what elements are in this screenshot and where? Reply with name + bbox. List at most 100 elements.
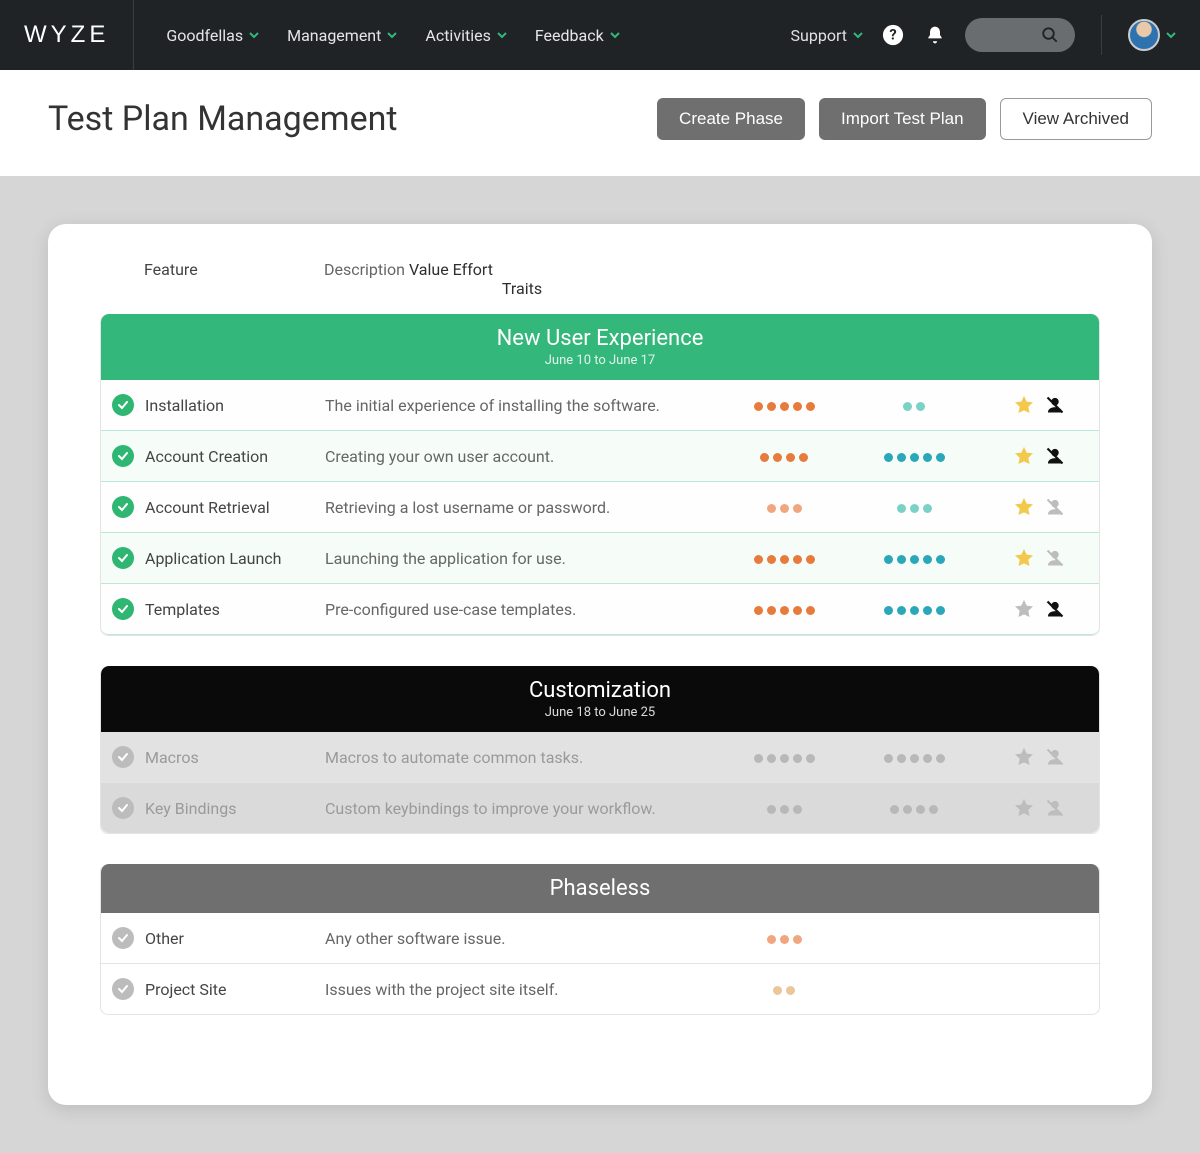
col-value: Value xyxy=(409,260,449,279)
status-check-icon xyxy=(112,547,134,569)
feature-description: Pre-configured use-case templates. xyxy=(325,600,719,619)
phase-title: Customization xyxy=(101,678,1099,703)
nav-link-feedback[interactable]: Feedback xyxy=(535,26,620,45)
person-off-icon xyxy=(1045,446,1065,466)
feature-description: Issues with the project site itself. xyxy=(325,980,719,999)
effort-dots xyxy=(849,447,979,466)
table-row[interactable]: TemplatesPre-configured use-case templat… xyxy=(101,584,1099,635)
user-menu[interactable] xyxy=(1128,19,1176,51)
search-button[interactable] xyxy=(965,18,1075,52)
view-archived-button[interactable]: View Archived xyxy=(1000,98,1152,140)
table-row[interactable]: Application LaunchLaunching the applicat… xyxy=(101,533,1099,584)
status-check-icon xyxy=(112,496,134,518)
table-row[interactable]: Project SiteIssues with the project site… xyxy=(101,964,1099,1014)
dots-indicator xyxy=(754,402,815,411)
phase-title: New User Experience xyxy=(101,326,1099,351)
nav-link-activities[interactable]: Activities xyxy=(425,26,506,45)
phase-title: Phaseless xyxy=(101,876,1099,901)
status-check-icon xyxy=(112,797,134,819)
star-icon xyxy=(1013,746,1035,768)
traits-icons xyxy=(979,394,1099,416)
feature-description: Custom keybindings to improve your workf… xyxy=(325,799,719,818)
nav-link-label: Management xyxy=(287,26,381,45)
phase-group-nux: New User Experience June 10 to June 17 In… xyxy=(100,314,1100,636)
dots-indicator xyxy=(897,504,932,513)
effort-dots xyxy=(849,748,979,767)
phase-dates: June 10 to June 17 xyxy=(101,353,1099,368)
dots-indicator xyxy=(754,754,815,763)
chevron-down-icon xyxy=(249,30,259,40)
create-phase-button[interactable]: Create Phase xyxy=(657,98,805,140)
help-icon[interactable]: ? xyxy=(881,23,905,47)
col-description: Description xyxy=(324,260,405,279)
table-row[interactable]: InstallationThe initial experience of in… xyxy=(101,380,1099,431)
star-icon xyxy=(1013,598,1035,620)
value-dots xyxy=(719,447,849,466)
divider xyxy=(1101,15,1102,55)
feature-description: Any other software issue. xyxy=(325,929,719,948)
dots-indicator xyxy=(754,606,815,615)
nav-right: Support ? xyxy=(791,15,1176,55)
value-dots xyxy=(719,600,849,619)
phase-dates: June 18 to June 25 xyxy=(101,705,1099,720)
star-icon xyxy=(1013,445,1035,467)
status-check-icon xyxy=(112,394,134,416)
dots-indicator xyxy=(890,805,938,814)
column-headers: Feature Description Value Effort Traits xyxy=(100,260,1100,314)
nav-link-label: Goodfellas xyxy=(166,26,243,45)
bell-icon[interactable] xyxy=(923,23,947,47)
nav-link-label: Activities xyxy=(425,26,490,45)
traits-icons xyxy=(979,598,1099,620)
col-feature: Feature xyxy=(144,260,324,298)
header-actions: Create Phase Import Test Plan View Archi… xyxy=(657,98,1152,140)
status-check-icon xyxy=(112,746,134,768)
import-test-plan-button[interactable]: Import Test Plan xyxy=(819,98,986,140)
chevron-down-icon xyxy=(1166,30,1176,40)
table-row[interactable]: OtherAny other software issue. xyxy=(101,913,1099,964)
phase-header[interactable]: Phaseless xyxy=(101,864,1099,913)
top-nav: WYZE Goodfellas Management Activities Fe… xyxy=(0,0,1200,70)
support-label: Support xyxy=(791,26,847,45)
dots-indicator xyxy=(884,606,945,615)
traits-icons xyxy=(979,746,1099,768)
traits-icons xyxy=(979,797,1099,819)
table-row[interactable]: Account CreationCreating your own user a… xyxy=(101,431,1099,482)
dots-indicator xyxy=(767,504,802,513)
support-link[interactable]: Support xyxy=(791,26,863,45)
status-check-icon xyxy=(112,978,134,1000)
table-row[interactable]: Key BindingsCustom keybindings to improv… xyxy=(101,783,1099,833)
traits-icons xyxy=(979,496,1099,518)
dots-indicator xyxy=(760,453,808,462)
dots-indicator xyxy=(884,754,945,763)
feature-name: Application Launch xyxy=(145,549,325,568)
table-row[interactable]: Account RetrievalRetrieving a lost usern… xyxy=(101,482,1099,533)
feature-name: Project Site xyxy=(145,980,325,999)
chevron-down-icon xyxy=(853,30,863,40)
status-check-icon xyxy=(112,598,134,620)
value-dots xyxy=(719,980,849,999)
feature-name: Account Creation xyxy=(145,447,325,466)
dots-indicator xyxy=(767,935,802,944)
person-off-icon xyxy=(1045,798,1065,818)
table-row[interactable]: MacrosMacros to automate common tasks. xyxy=(101,732,1099,783)
main-area: Feature Description Value Effort Traits … xyxy=(0,176,1200,1153)
effort-dots xyxy=(849,799,979,818)
nav-link-management[interactable]: Management xyxy=(287,26,397,45)
col-traits: Traits xyxy=(324,279,720,298)
col-effort: Effort xyxy=(453,260,493,279)
phase-header[interactable]: Customization June 18 to June 25 xyxy=(101,666,1099,732)
person-off-icon xyxy=(1045,497,1065,517)
status-check-icon xyxy=(112,927,134,949)
feature-name: Installation xyxy=(145,396,325,415)
star-icon xyxy=(1013,496,1035,518)
search-icon xyxy=(1041,26,1059,44)
person-off-icon xyxy=(1045,599,1065,619)
phase-header[interactable]: New User Experience June 10 to June 17 xyxy=(101,314,1099,380)
effort-dots xyxy=(849,600,979,619)
feature-description: Macros to automate common tasks. xyxy=(325,748,719,767)
dots-indicator xyxy=(767,805,802,814)
nav-links: Goodfellas Management Activities Feedbac… xyxy=(166,26,619,45)
nav-link-goodfellas[interactable]: Goodfellas xyxy=(166,26,259,45)
star-icon xyxy=(1013,547,1035,569)
value-dots xyxy=(719,799,849,818)
